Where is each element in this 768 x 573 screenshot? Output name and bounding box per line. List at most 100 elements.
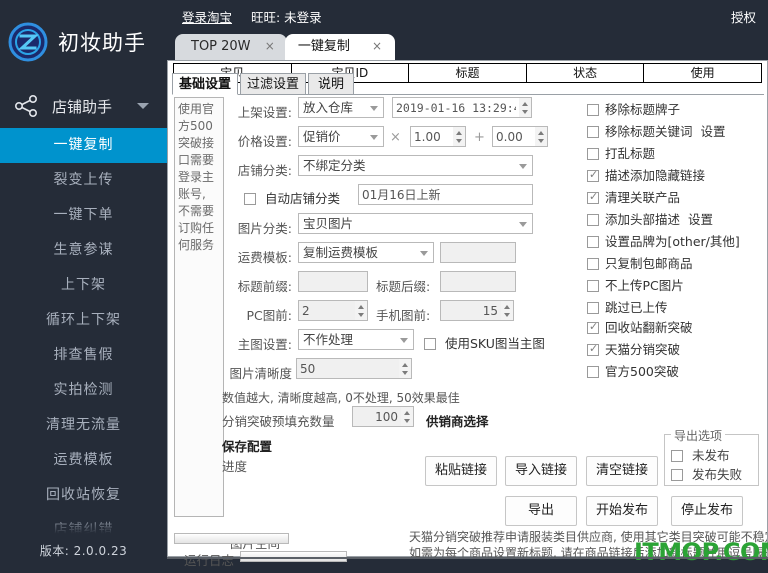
checkbox-icon[interactable]: [587, 104, 599, 116]
inner-tab-2[interactable]: 说明: [308, 73, 354, 95]
auto-category-checkbox[interactable]: 自动店铺分类: [244, 188, 340, 207]
mobile-image-spinner[interactable]: [501, 300, 514, 321]
shelf-label: 上架设置:: [237, 105, 292, 120]
top-bar: 登录淘宝 旺旺: 未登录 授权: [167, 0, 768, 30]
sidebar-item-4[interactable]: 上下架: [0, 268, 167, 303]
save-config-link[interactable]: 保存配置: [222, 436, 272, 455]
sidebar-item-label: 生意参谋: [53, 242, 114, 258]
checkbox-icon[interactable]: [587, 236, 599, 248]
option-row-0[interactable]: 回收站翻新突破: [587, 317, 767, 339]
price-factor-spinner[interactable]: [453, 126, 466, 147]
checkbox-icon[interactable]: [587, 214, 599, 226]
option-row-3[interactable]: 描述添加隐藏链接: [587, 165, 767, 187]
pc-image-spinner[interactable]: [355, 300, 368, 321]
option-setting-link[interactable]: 设置: [701, 124, 726, 139]
checkbox-checked-icon[interactable]: [587, 320, 599, 334]
pc-image-input[interactable]: [298, 300, 356, 321]
inner-tab-1[interactable]: 过滤设置: [240, 73, 306, 95]
option-row-9[interactable]: 跳过已上传: [587, 297, 767, 319]
title-suffix-input[interactable]: [440, 271, 516, 292]
shop-category-value: 不绑定分类: [303, 158, 366, 173]
mobile-image-input[interactable]: [440, 300, 502, 321]
checkbox-checked-icon[interactable]: [587, 168, 599, 182]
paste-link-button[interactable]: 粘贴链接: [425, 456, 497, 486]
shelf-select[interactable]: 放入仓库: [298, 97, 384, 118]
start-publish-button[interactable]: 开始发布: [586, 496, 658, 526]
sidebar-item-6[interactable]: 排查售假: [0, 338, 167, 373]
option-row-6[interactable]: 设置品牌为[other/其他]: [587, 231, 767, 253]
authorize-link[interactable]: 授权: [731, 7, 756, 26]
freight-extra-input[interactable]: [440, 242, 516, 263]
option-row-1[interactable]: 移除标题关键词 设置: [587, 121, 767, 143]
sidebar-item-label: 排查售假: [53, 347, 114, 363]
tab-strip: TOP 20W × 一键复制 ×: [167, 30, 768, 60]
sharpness-spinner[interactable]: [399, 358, 412, 379]
tab-one-key-copy[interactable]: 一键复制 ×: [285, 34, 395, 60]
price-offset-spinner[interactable]: [535, 126, 548, 147]
distribution-input[interactable]: [352, 406, 402, 427]
freight-select[interactable]: 复制运费模板: [298, 242, 434, 263]
option-label: 官方500突破: [605, 364, 679, 379]
export-option-failed[interactable]: 发布失败: [671, 464, 742, 483]
close-icon[interactable]: ×: [265, 39, 275, 53]
title-prefix-input[interactable]: [298, 271, 368, 292]
checkbox-checked-icon[interactable]: [587, 190, 599, 204]
option-row-5[interactable]: 添加头部描述 设置: [587, 209, 767, 231]
shelf-datetime-input[interactable]: [392, 97, 520, 118]
sidebar-item-10[interactable]: 回收站恢复: [0, 478, 167, 513]
checkbox-icon[interactable]: [587, 366, 599, 378]
close-icon[interactable]: ×: [372, 39, 382, 53]
option-row-0[interactable]: 移除标题牌子: [587, 99, 767, 121]
sidebar-item-8[interactable]: 清理无流量: [0, 408, 167, 443]
tab-top20w[interactable]: TOP 20W ×: [175, 34, 287, 60]
clear-link-button[interactable]: 清空链接: [586, 456, 658, 486]
price-select[interactable]: 促销价: [298, 126, 384, 147]
shop-category-select[interactable]: 不绑定分类: [298, 155, 533, 176]
sharpness-input[interactable]: [296, 358, 400, 379]
sidebar-item-0[interactable]: 一键复制: [0, 128, 167, 163]
chevron-down-icon: [519, 164, 527, 169]
price-factor-input[interactable]: [410, 126, 454, 147]
option-row-1[interactable]: 天猫分销突破: [587, 339, 767, 361]
checkbox-icon[interactable]: [587, 126, 599, 138]
wangwang-status: 旺旺: 未登录: [251, 10, 322, 25]
option-row-8[interactable]: 不上传PC图片: [587, 275, 767, 297]
sidebar-item-5[interactable]: 循环上下架: [0, 303, 167, 338]
stop-publish-button[interactable]: 停止发布: [671, 496, 743, 526]
shelf-datetime-spinner[interactable]: [519, 97, 532, 118]
auto-category-text-input[interactable]: [358, 184, 533, 205]
import-link-button[interactable]: 导入链接: [505, 456, 577, 486]
option-setting-link[interactable]: 设置: [688, 212, 713, 227]
checkbox-icon[interactable]: [587, 148, 599, 160]
distribution-spinner[interactable]: [401, 406, 414, 427]
application-window: 初妆助手 店铺助手 一键复制 裂变上传 一键下单 生意参谋 上下架 循环上下架 排查售假 实拍…: [0, 0, 768, 573]
inner-tab-0[interactable]: 基础设置: [172, 73, 238, 95]
use-sku-main-image-checkbox[interactable]: 使用SKU图当主图: [424, 333, 545, 352]
sidebar-item-2[interactable]: 一键下单: [0, 198, 167, 233]
option-row-2[interactable]: 官方500突破: [587, 361, 767, 383]
export-option-unpublished[interactable]: 未发布: [671, 445, 730, 464]
checkbox-checked-icon[interactable]: [587, 342, 599, 356]
sidebar-item-label: 运费模板: [53, 452, 114, 468]
checkbox-icon[interactable]: [587, 302, 599, 314]
chevron-down-icon[interactable]: [137, 103, 149, 109]
checkbox-icon[interactable]: [587, 280, 599, 292]
export-button[interactable]: 导出: [505, 496, 577, 526]
row-sharpness: 图片清晰度: [229, 358, 590, 384]
option-row-4[interactable]: 清理关联产品: [587, 187, 767, 209]
supplier-select-link[interactable]: 供销商选择: [426, 411, 489, 430]
main-image-select[interactable]: 不作处理: [298, 329, 414, 350]
price-offset-input[interactable]: [492, 126, 536, 147]
checkbox-icon[interactable]: [587, 258, 599, 270]
sidebar-group-shop-assistant[interactable]: 店铺助手: [0, 84, 167, 128]
sidebar-item-3[interactable]: 生意参谋: [0, 233, 167, 268]
option-row-7[interactable]: 只复制包邮商品: [587, 253, 767, 275]
option-label: 打乱标题: [605, 146, 656, 161]
login-taobao-link[interactable]: 登录淘宝: [182, 7, 232, 26]
price-label: 价格设置:: [237, 134, 292, 149]
image-category-select[interactable]: 宝贝图片: [298, 213, 533, 234]
sidebar-item-7[interactable]: 实拍检测: [0, 373, 167, 408]
sidebar-item-9[interactable]: 运费模板: [0, 443, 167, 478]
sidebar-item-1[interactable]: 裂变上传: [0, 163, 167, 198]
option-row-2[interactable]: 打乱标题: [587, 143, 767, 165]
